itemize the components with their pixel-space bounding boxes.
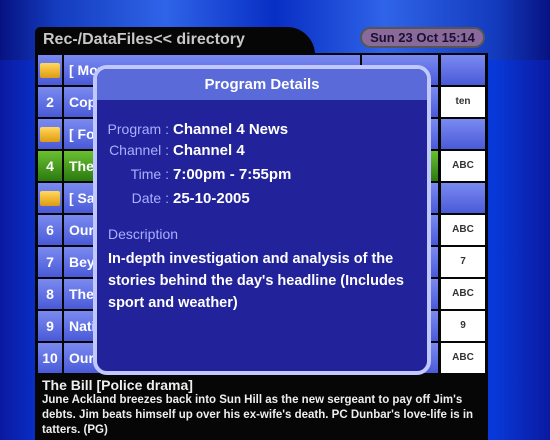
channel-logo-icon: 9 [441,311,485,341]
channel-logo-icon: ABC [441,279,485,309]
folder-icon [40,191,60,206]
dialog-title: Program Details [97,69,427,100]
row-number: 8 [38,279,62,309]
row-number: 6 [38,215,62,245]
row-number: 4 [38,151,62,181]
channel-logo-icon: ABC [441,215,485,245]
channel-logo-icon: ABC [441,151,485,181]
row-number [38,55,62,85]
channel-logo-icon: ABC [441,343,485,373]
program-info-description: June Ackland breezes back into Sun Hill … [42,394,474,436]
folder-icon [40,127,60,142]
channel-logo-icon [441,183,485,213]
channel-logo-icon [441,119,485,149]
program-details-dialog: Program Details Program : Channel 4 News … [93,65,431,375]
description-label: Description [108,226,179,242]
channel-logo-icon [441,55,485,85]
description-text: In-depth investigation and analysis of t… [108,251,404,311]
row-number: 10 [38,343,62,373]
row-number: 9 [38,311,62,341]
folder-icon [40,63,60,78]
page-title: Rec-/DataFiles<< directory [43,31,245,48]
row-number: 7 [38,247,62,277]
row-number [38,183,62,213]
row-number [38,119,62,149]
datetime-badge: Sun 23 Oct 15:14 [360,27,485,48]
channel-logo-icon: 7 [441,247,485,277]
row-number: 2 [38,87,62,117]
program-info-title: The Bill [Police drama] [42,377,193,393]
channel-logo-icon: ten [441,87,485,117]
program-info: The Bill [Police drama] June Ackland bre… [42,377,482,438]
